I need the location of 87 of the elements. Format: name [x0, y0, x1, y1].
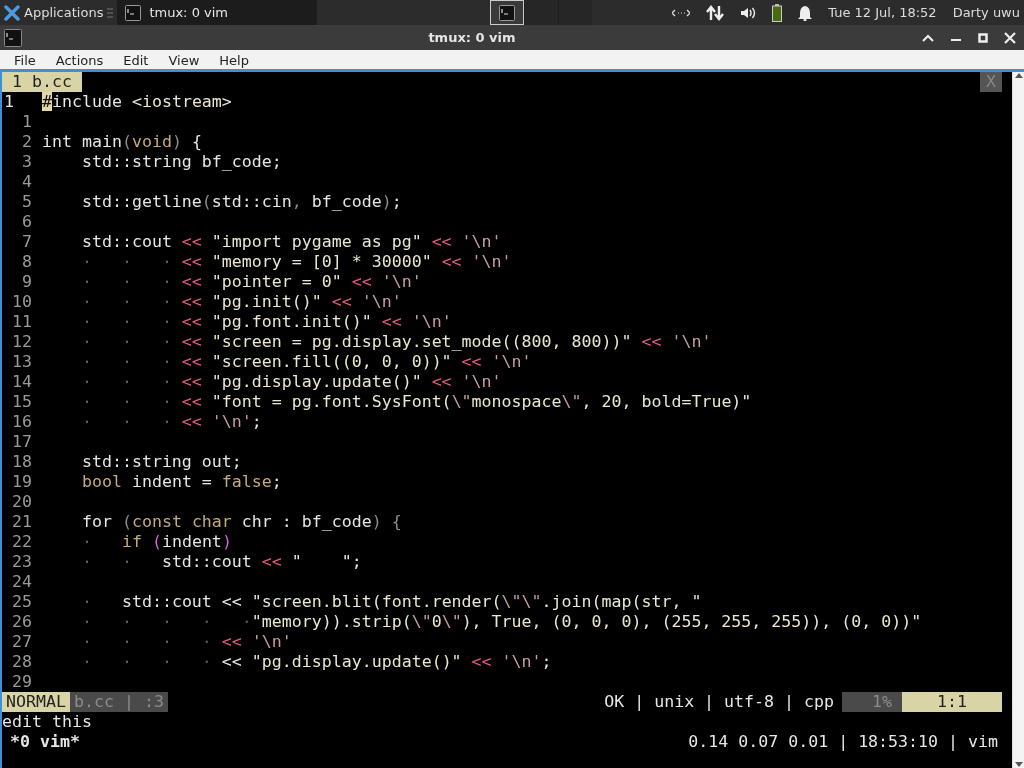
file-info: b.cc | :3: [69, 692, 168, 712]
code-line: #include <iostream>: [42, 92, 232, 112]
code-line: int main(void) {: [42, 132, 202, 152]
line-number: 23: [11, 552, 33, 572]
menu-label: Applications: [24, 3, 104, 22]
code-line: · · · · << '\n': [80, 632, 292, 652]
code-line: std::getline(std::cin, bf_code);: [80, 192, 402, 212]
code-line: · · · << "screen.fill((0, 0, 0))" << '\n': [80, 352, 532, 372]
terminal-icon: [4, 28, 22, 47]
line-number: 5: [21, 192, 33, 212]
handle-icon: [107, 6, 114, 19]
battery-icon[interactable]: [772, 3, 783, 22]
code-line: · std::cout << "screen.blit(font.render(\"\".join(map(str, ": [80, 592, 702, 612]
code-line: · · · << "pg.display.update()" << '\n': [80, 372, 502, 392]
line-number: 2: [21, 132, 33, 152]
tab[interactable]: 1 b.cc: [2, 72, 82, 92]
taskbar-button[interactable]: tmux: 0 vim: [117, 0, 318, 25]
line-number: 10: [11, 292, 33, 312]
menu-item[interactable]: View: [158, 50, 210, 69]
line-number: 24: [11, 572, 33, 592]
terminal-icon: [125, 4, 142, 21]
mode-indicator: NORMAL: [2, 692, 70, 712]
line-number: 8: [21, 252, 33, 272]
scroll-percent: 1%: [842, 692, 902, 712]
code-line: · · · << "screen = pg.display.set_mode((800, 800))" << '\n': [80, 332, 712, 352]
menu-item[interactable]: Edit: [113, 50, 159, 69]
maximize-icon[interactable]: [978, 32, 988, 43]
code-line: std::string out;: [80, 452, 242, 472]
menu-item[interactable]: File: [4, 50, 46, 69]
scroll-down-icon[interactable]: [1014, 762, 1023, 768]
code-line: · · · << "pg.init()" << '\n': [80, 292, 402, 312]
menu-item[interactable]: Actions: [45, 50, 114, 69]
line-number: 17: [11, 432, 33, 452]
code-line: · if (indent): [80, 532, 232, 552]
line-number: 27: [11, 632, 33, 652]
code-line: · · · << '\n';: [80, 412, 262, 432]
applications-menu[interactable]: Applications: [0, 2, 108, 23]
shade-icon[interactable]: [922, 33, 934, 42]
line-number: 20: [11, 492, 33, 512]
code-line: · · · · << "pg.display.update()" << '\n';: [80, 652, 552, 672]
code-line: std::cout << "import pygame as pg" << '\n': [80, 232, 502, 252]
line-number: 21: [11, 512, 33, 532]
line-number: 1: [21, 112, 33, 132]
line-number: 22: [11, 532, 33, 552]
line-number: 29: [11, 672, 33, 692]
tmux-window-label[interactable]: *0 vim*: [10, 732, 80, 752]
clock-label[interactable]: Tue 12 Jul, 18:52: [828, 2, 937, 23]
line-number: 1: [3, 92, 15, 112]
line-number: 6: [21, 212, 33, 232]
file-format-info: OK | unix | utf-8 | cpp: [604, 692, 835, 712]
code-line: · · std::cout << " ";: [80, 552, 362, 572]
code-line: · · · · ·"memory)).strip(\"0\"), True, (0, 0, 0), (255, 255, 255)), (0, 0))": [80, 612, 922, 632]
network-icon[interactable]: [672, 7, 691, 18]
line-number: 18: [11, 452, 33, 472]
line-number: 26: [11, 612, 33, 632]
volume-icon[interactable]: [740, 5, 757, 20]
transfer-icon[interactable]: [706, 4, 725, 21]
code-line: · · · << "pointer = 0" << '\n': [80, 272, 422, 292]
line-number: 9: [21, 272, 33, 292]
line-number: 16: [11, 412, 33, 432]
scrollbar[interactable]: [1012, 72, 1024, 768]
menu-item[interactable]: Help: [209, 50, 259, 69]
cursor-position: 1:1: [902, 692, 1002, 712]
line-number: 28: [11, 652, 33, 672]
tmux-status: 0.14 0.07 0.01 | 18:53:10 | vim: [688, 732, 998, 752]
line-number: 19: [11, 472, 33, 492]
code-line: · · · << "memory = [0] * 30000" << '\n': [80, 252, 512, 272]
line-number: 12: [11, 332, 33, 352]
code-line: bool indent = false;: [80, 472, 282, 492]
line-number: 15: [11, 392, 33, 412]
line-number: 25: [11, 592, 33, 612]
user-label[interactable]: Darty uwu: [952, 2, 1020, 23]
code-line: · · · << "pg.font.init()" << '\n': [80, 312, 452, 332]
line-number: 4: [21, 172, 33, 192]
line-number: 3: [21, 152, 33, 172]
bell-icon[interactable]: [798, 4, 813, 21]
close-icon[interactable]: [1004, 31, 1016, 44]
line-number: 7: [21, 232, 33, 252]
code-line: std::string bf_code;: [80, 152, 282, 172]
message-text: edit this: [2, 712, 92, 731]
line-number: 14: [11, 372, 33, 392]
line-number: 11: [11, 312, 33, 332]
code-line: for (const char chr : bf_code) {: [80, 512, 402, 532]
window-title: tmux: 0 vim: [428, 29, 516, 45]
line-number: 13: [11, 352, 33, 372]
code-line: · · · << "font = pg.font.SysFont(\"monospace\", 20, bold=True)": [80, 392, 752, 412]
terminal-icon: [499, 4, 516, 21]
